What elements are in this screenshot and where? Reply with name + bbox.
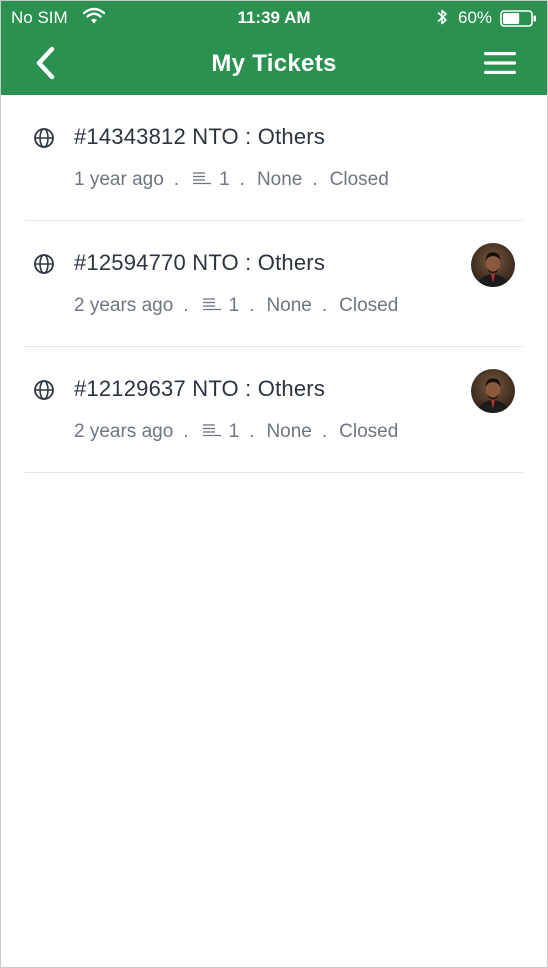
menu-button[interactable] xyxy=(475,43,525,87)
ticket-status: Closed xyxy=(339,421,399,442)
globe-icon xyxy=(33,379,55,401)
meta-separator: . xyxy=(321,421,328,442)
ticket-status: Closed xyxy=(339,295,399,316)
meta-separator: . xyxy=(249,421,255,442)
ticket-meta: 2 years ago . 1 . None . Closed xyxy=(74,421,398,443)
ticket-row[interactable]: #12129637 NTO : Others 2 years ago . 1 .… xyxy=(25,347,523,473)
ticket-priority: None xyxy=(266,295,312,316)
meta-separator: . xyxy=(321,295,328,316)
ticket-meta: 2 years ago . 1 . None . Closed xyxy=(74,295,398,317)
ticket-row[interactable]: #14343812 NTO : Others 1 year ago . 1 . … xyxy=(25,95,523,221)
ticket-title: #14343812 NTO : Others xyxy=(74,124,326,149)
meta-separator: . xyxy=(173,169,180,190)
battery-icon xyxy=(500,10,538,32)
meta-separator: . xyxy=(249,295,255,316)
text-lines-icon xyxy=(193,169,212,191)
status-bar: No SIM 11:39 AM 60% xyxy=(1,1,547,35)
battery-percent: 60% xyxy=(458,8,493,27)
globe-icon xyxy=(33,253,55,275)
ticket-meta: 1 year ago . 1 . None . Closed xyxy=(74,169,389,191)
meta-separator: . xyxy=(183,421,189,442)
ticket-priority: None xyxy=(256,169,303,190)
ticket-status: Closed xyxy=(329,169,389,190)
bluetooth-icon xyxy=(435,8,449,31)
text-lines-icon xyxy=(202,295,221,317)
globe-icon xyxy=(33,127,55,149)
ticket-age: 2 years ago xyxy=(74,421,174,442)
hamburger-menu-icon xyxy=(484,51,516,80)
ticket-title: #12594770 NTO : Others xyxy=(74,250,326,275)
ticket-title: #12129637 NTO : Others xyxy=(74,376,326,401)
agent-avatar[interactable] xyxy=(471,369,515,413)
app-screen: No SIM 11:39 AM 60% My Tickets #14343812… xyxy=(0,0,548,968)
reply-count: 1 xyxy=(219,169,230,190)
meta-separator: . xyxy=(239,169,245,190)
text-lines-icon xyxy=(202,421,221,443)
meta-separator: . xyxy=(312,169,318,190)
reply-count: 1 xyxy=(228,421,240,442)
header: No SIM 11:39 AM 60% My Tickets xyxy=(1,1,547,95)
meta-separator: . xyxy=(183,295,189,316)
navigation-bar: My Tickets xyxy=(1,35,547,95)
reply-count: 1 xyxy=(228,295,240,316)
ticket-age: 2 years ago xyxy=(74,295,174,316)
page-title: My Tickets xyxy=(211,50,337,77)
ticket-age: 1 year ago xyxy=(74,169,164,190)
ticket-list: #14343812 NTO : Others 1 year ago . 1 . … xyxy=(1,95,547,473)
agent-avatar[interactable] xyxy=(471,243,515,287)
ticket-priority: None xyxy=(266,421,312,442)
ticket-row[interactable]: #12594770 NTO : Others 2 years ago . 1 .… xyxy=(25,221,523,347)
